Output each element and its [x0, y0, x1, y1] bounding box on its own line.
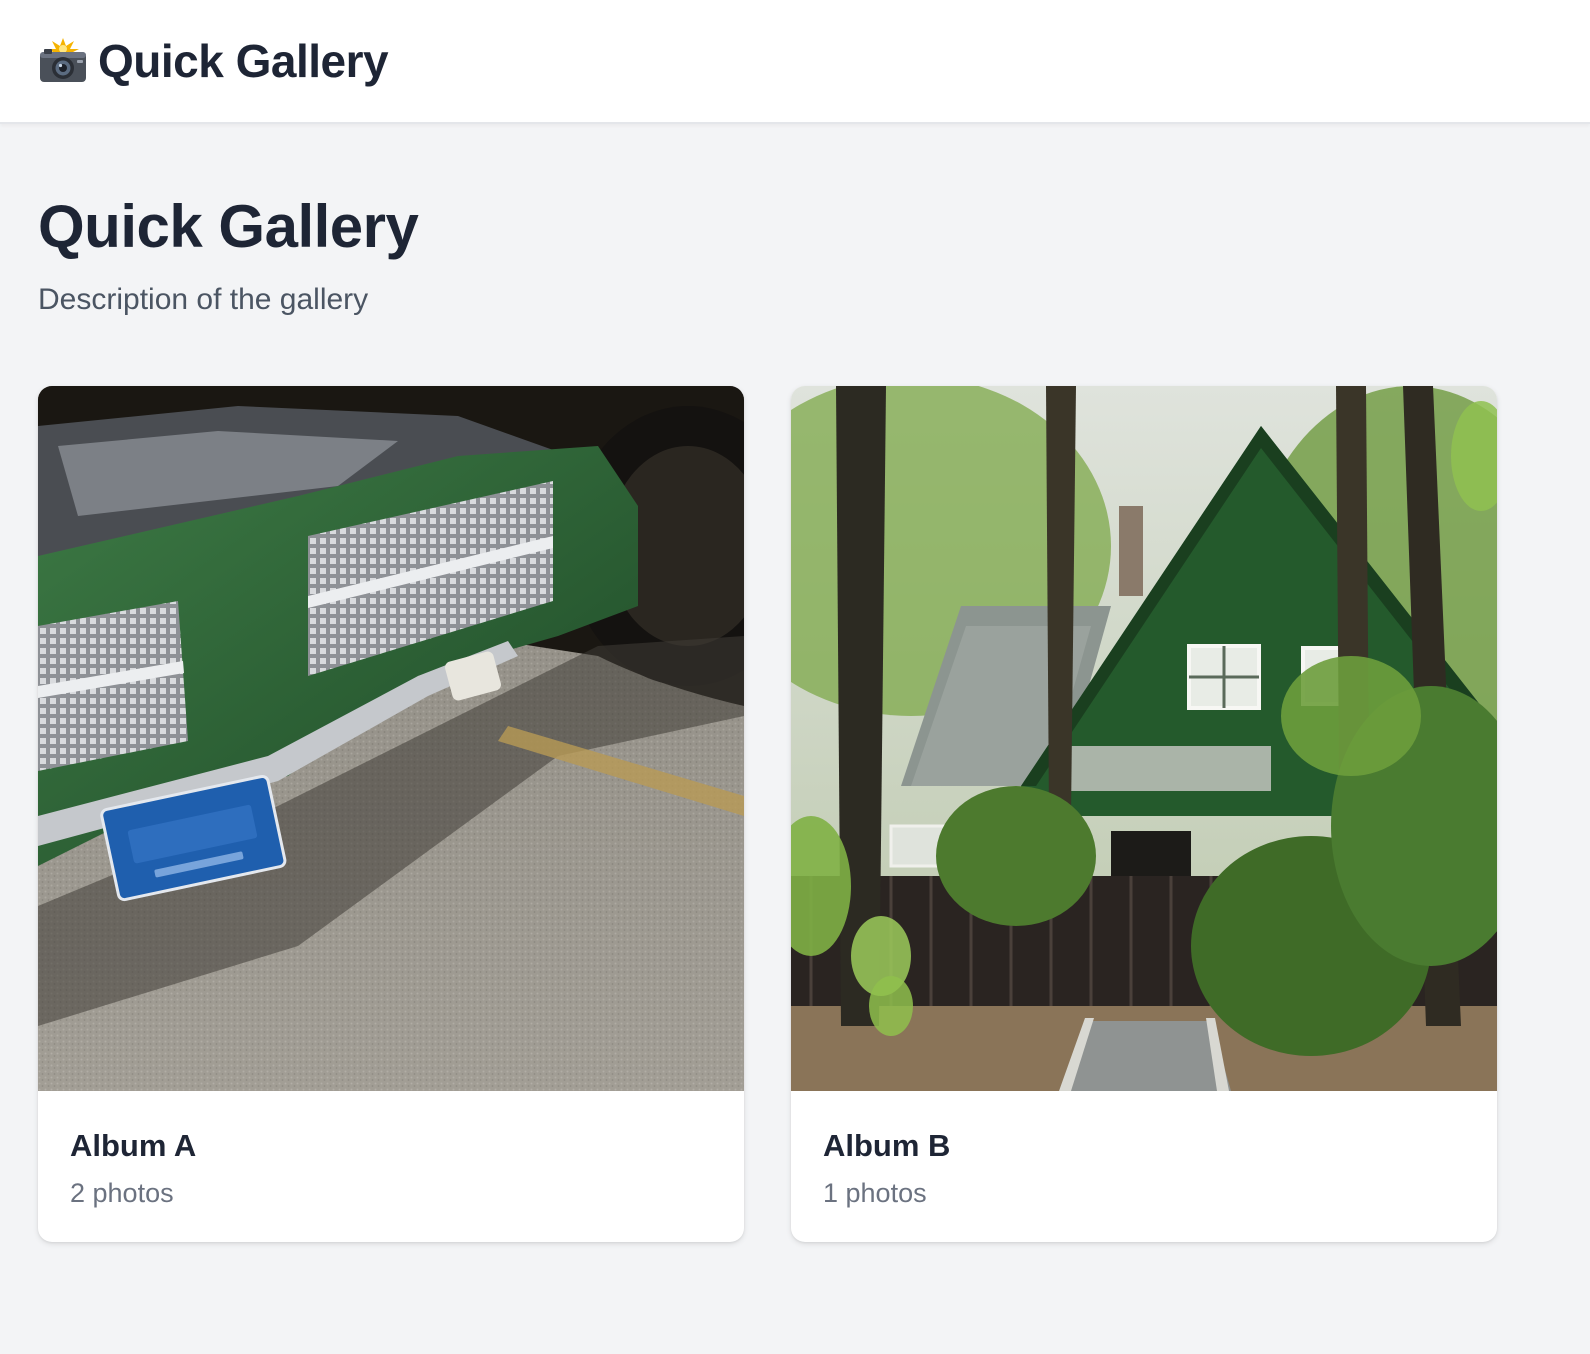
album-card-a[interactable]: Album A 2 photos	[38, 386, 744, 1242]
top-nav-bar: Quick Gallery	[0, 0, 1590, 124]
album-a-thumbnail-image	[38, 386, 744, 1091]
album-title: Album A	[70, 1128, 197, 1163]
album-title: Album B	[823, 1128, 951, 1163]
album-card-b[interactable]: Album B 1 photos	[791, 386, 1497, 1242]
brand-home-link[interactable]: Quick Gallery	[38, 34, 389, 88]
camera-flash-icon	[40, 38, 86, 82]
page-title: Quick Gallery	[38, 193, 419, 260]
brand-title: Quick Gallery	[98, 35, 389, 87]
album-a-info: Album A 2 photos	[70, 1128, 196, 1209]
album-b-thumbnail-image	[791, 386, 1497, 1091]
page-description: Description of the gallery	[38, 283, 369, 316]
album-b-info: Album B 1 photos	[823, 1128, 950, 1209]
album-photo-count: 1 photos	[823, 1178, 927, 1208]
album-photo-count: 2 photos	[70, 1178, 174, 1208]
